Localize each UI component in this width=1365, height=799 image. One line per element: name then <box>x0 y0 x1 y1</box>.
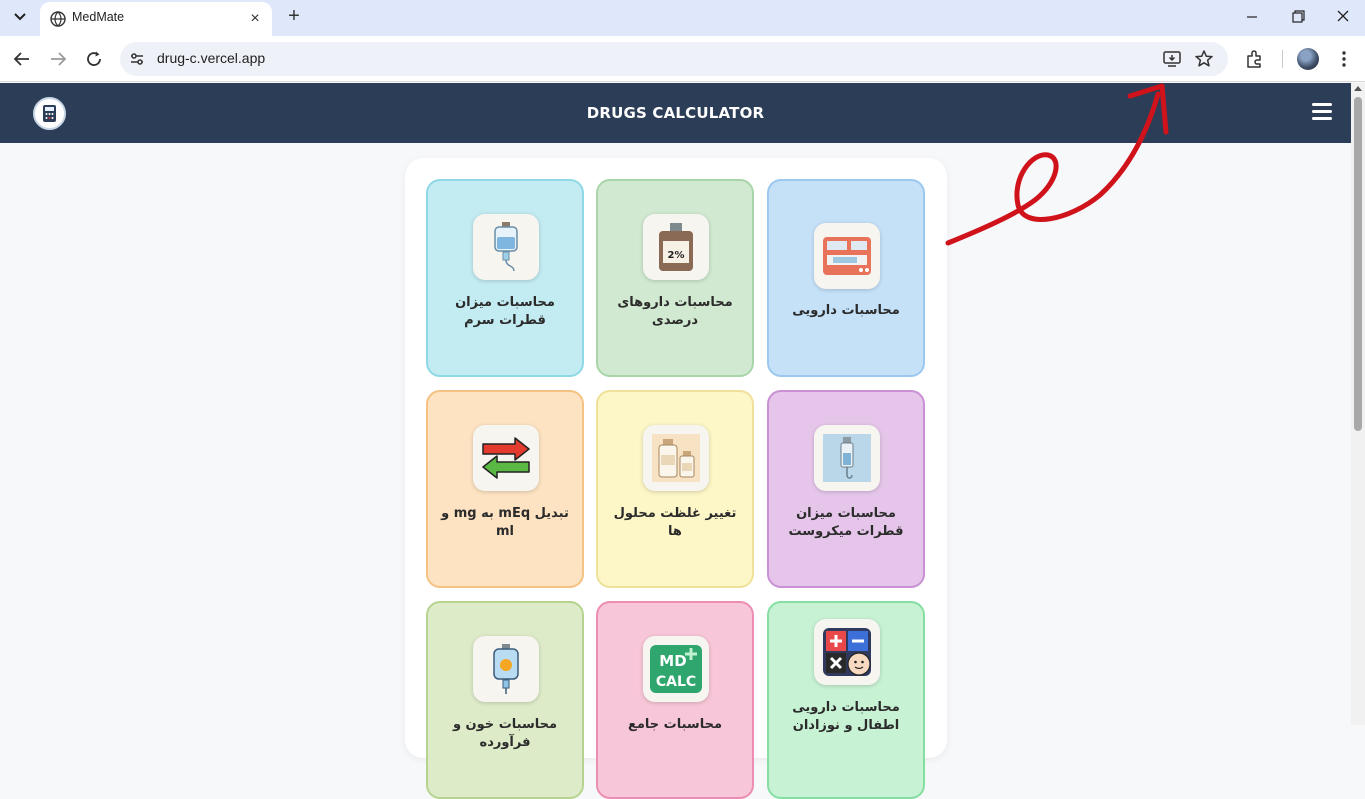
card-label: تغییر غلظت محلول ها <box>613 506 737 539</box>
menu-line <box>1312 117 1332 120</box>
scroll-up-arrow[interactable] <box>1354 86 1362 91</box>
infusion-pump-icon <box>814 223 880 289</box>
card-pediatric-drugs[interactable]: محاسبات دارویی اطفال و نوزادان <box>767 601 925 799</box>
calculator-menu-panel: محاسبات دارویی 2% محاسبات داروهای درصدی … <box>405 158 947 799</box>
card-label: تبدیل mEq به mg و ml <box>441 506 569 539</box>
reload-button[interactable] <box>82 47 106 71</box>
swap-arrows-icon <box>473 425 539 491</box>
vial-percent-text: 2% <box>668 250 685 261</box>
card-percentage-drugs[interactable]: 2% محاسبات داروهای درصدی <box>596 179 754 377</box>
browser-toolbar: drug-c.vercel.app <box>0 36 1365 82</box>
extensions-icon[interactable] <box>1244 48 1266 70</box>
toolbar-separator <box>1282 50 1283 68</box>
card-label: محاسبات جامع <box>627 717 723 732</box>
mdcalc-text-md: MD <box>659 652 686 670</box>
tab-search-button[interactable] <box>8 5 32 29</box>
iv-bag-icon <box>473 214 539 280</box>
more-menu-icon[interactable] <box>1333 48 1355 70</box>
card-comprehensive-calc[interactable]: MD CALC محاسبات جامع <box>596 601 754 799</box>
tab-title: MedMate <box>72 10 125 24</box>
card-solution-concentration[interactable]: تغییر غلظت محلول ها <box>596 390 754 588</box>
card-microset-drops[interactable]: محاسبات میزان قطرات میکروست <box>767 390 925 588</box>
card-label: محاسبات میزان قطرات میکروست <box>788 506 904 539</box>
mdcalc-icon: MD CALC <box>643 636 709 702</box>
forward-button[interactable] <box>46 47 70 71</box>
chevron-down-icon <box>14 13 26 21</box>
browser-tab-bar: MedMate × + <box>0 0 1365 36</box>
blood-bag-icon <box>473 636 539 702</box>
new-tab-button[interactable]: + <box>282 5 306 29</box>
url-text: drug-c.vercel.app <box>157 50 266 66</box>
microset-icon <box>814 425 880 491</box>
globe-icon <box>50 11 66 27</box>
reload-icon <box>87 51 101 66</box>
minimize-window-button[interactable] <box>1240 6 1264 28</box>
arrow-left-icon <box>13 52 29 66</box>
card-label: محاسبات دارویی اطفال و نوزادان <box>792 700 900 733</box>
card-label: محاسبات میزان قطرات سرم <box>455 295 555 328</box>
tab-close-button[interactable]: × <box>246 10 264 28</box>
install-app-icon[interactable] <box>1162 49 1182 69</box>
card-label: محاسبات خون و فرآورده <box>452 717 558 750</box>
solution-bottles-icon <box>643 425 709 491</box>
close-window-button[interactable] <box>1331 5 1355 27</box>
page-scrollbar[interactable] <box>1351 83 1365 725</box>
lidocaine-vial-icon: 2% <box>643 214 709 280</box>
menu-line <box>1312 103 1332 106</box>
card-meq-conversion[interactable]: تبدیل mEq به mg و ml <box>426 390 584 588</box>
scrollbar-thumb[interactable] <box>1354 97 1362 431</box>
site-settings-icon[interactable] <box>128 50 146 68</box>
bookmark-star-icon[interactable] <box>1194 49 1214 69</box>
annotation-arrow-icon <box>945 83 1169 246</box>
card-drug-calculations[interactable]: محاسبات دارویی <box>767 179 925 377</box>
card-blood-products[interactable]: محاسبات خون و فرآورده <box>426 601 584 799</box>
arrow-right-icon <box>51 52 67 66</box>
pediatric-calc-icon <box>814 619 880 685</box>
hamburger-menu-button[interactable] <box>1312 103 1332 121</box>
profile-avatar[interactable] <box>1297 48 1319 70</box>
back-button[interactable] <box>10 47 34 71</box>
restore-window-button[interactable] <box>1286 6 1310 28</box>
card-label: محاسبات دارویی <box>792 303 900 318</box>
mdcalc-text-calc: CALC <box>656 674 696 690</box>
card-serum-drops[interactable]: محاسبات میزان قطرات سرم <box>426 179 584 377</box>
card-label: محاسبات داروهای درصدی <box>617 295 733 328</box>
address-bar[interactable]: drug-c.vercel.app <box>120 42 1228 76</box>
menu-line <box>1312 110 1332 113</box>
browser-tab[interactable]: MedMate × <box>40 2 272 36</box>
